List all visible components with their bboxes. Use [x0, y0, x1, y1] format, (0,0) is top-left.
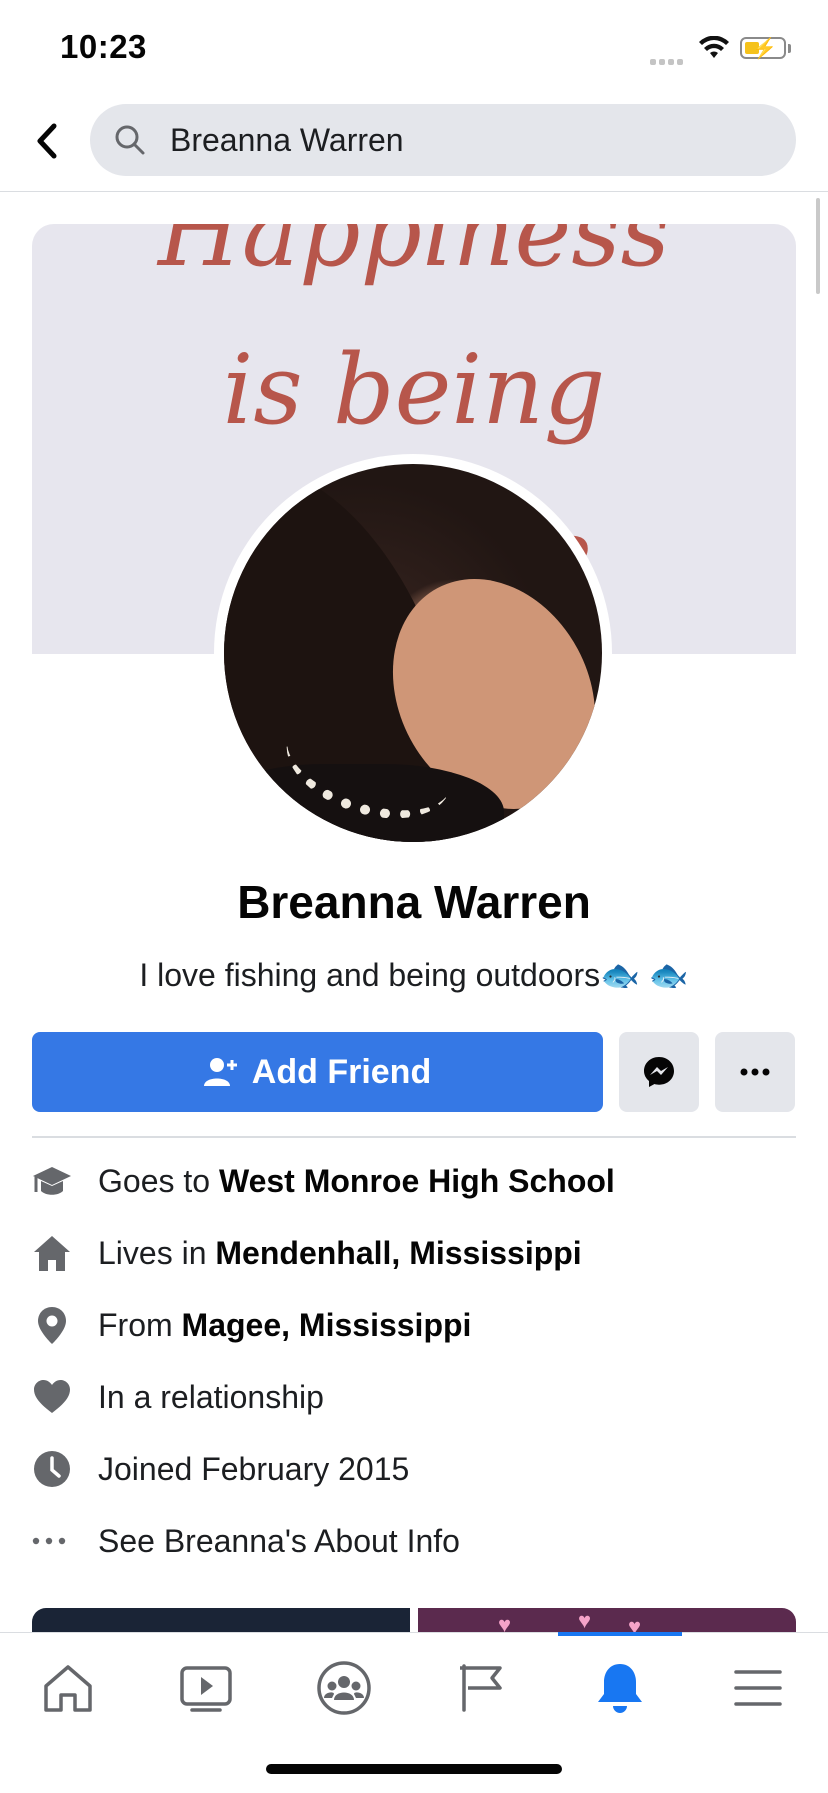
battery-tip	[788, 44, 791, 53]
wifi-icon	[699, 36, 729, 58]
cellular-signal-icon	[650, 52, 686, 70]
location-pin-icon	[32, 1303, 98, 1347]
info-lives-prefix: Lives in	[98, 1234, 216, 1271]
home-icon	[44, 1665, 92, 1712]
active-tab-indicator	[558, 1632, 682, 1636]
profile-bio: I love fishing and being outdoors🐟 🐟	[139, 957, 689, 993]
see-about-info-label: See Breanna's About Info	[98, 1522, 460, 1559]
tab-notifications[interactable]	[582, 1655, 658, 1721]
add-friend-button[interactable]: Add Friend	[32, 1032, 603, 1112]
battery-icon: ⚡	[740, 37, 786, 60]
add-friend-icon	[203, 1058, 237, 1086]
info-from: From Magee, Mississippi	[32, 1300, 796, 1350]
search-input[interactable]: Breanna Warren	[90, 104, 796, 176]
info-school-link[interactable]: West Monroe High School	[219, 1163, 615, 1200]
info-lives-link[interactable]: Mendenhall, Mississippi	[215, 1235, 581, 1272]
message-button[interactable]	[619, 1032, 699, 1112]
tab-menu[interactable]	[720, 1655, 796, 1721]
home-indicator	[266, 1764, 562, 1774]
more-options-button[interactable]	[715, 1032, 795, 1112]
search-query: Breanna Warren	[170, 122, 404, 158]
cover-text-line: Happiness	[158, 224, 670, 288]
info-relationship: In a relationship	[32, 1372, 796, 1422]
groups-icon	[317, 1661, 371, 1715]
more-icon	[740, 1068, 770, 1076]
add-friend-label: Add Friend	[251, 1052, 432, 1091]
chevron-left-icon	[37, 123, 57, 159]
status-bar: 10:23 ⚡	[0, 0, 828, 96]
info-relationship-text: In a relationship	[98, 1378, 324, 1415]
search-icon	[115, 125, 145, 155]
profile-name: Breanna Warren	[237, 876, 591, 928]
notifications-bell-icon	[598, 1664, 642, 1713]
info-lives: Lives in Mendenhall, Mississippi	[32, 1228, 796, 1278]
menu-icon	[734, 1670, 782, 1706]
back-button[interactable]	[28, 118, 68, 164]
scrollbar[interactable]	[816, 198, 820, 294]
info-education: Goes to West Monroe High School	[32, 1156, 796, 1206]
heart-icon	[32, 1375, 98, 1419]
profile-picture[interactable]	[224, 464, 602, 842]
info-education-prefix: Goes to	[98, 1162, 219, 1199]
see-about-info-link[interactable]: See Breanna's About Info	[32, 1516, 796, 1566]
graduation-cap-icon	[32, 1159, 98, 1203]
info-from-link[interactable]: Magee, Mississippi	[182, 1307, 472, 1344]
tab-groups[interactable]	[306, 1655, 382, 1721]
status-time: 10:23	[60, 28, 147, 65]
profile-picture-frame	[214, 454, 612, 852]
cover-text-line: is being	[222, 334, 606, 446]
tab-home[interactable]	[30, 1655, 106, 1721]
tab-watch[interactable]	[168, 1655, 244, 1721]
search-header: Breanna Warren	[0, 96, 828, 192]
clock-icon	[32, 1447, 98, 1491]
info-joined: Joined February 2015	[32, 1444, 796, 1494]
watch-icon	[180, 1666, 232, 1712]
pages-flag-icon	[460, 1664, 502, 1712]
tab-pages[interactable]	[444, 1655, 520, 1721]
info-joined-text: Joined February 2015	[98, 1450, 410, 1487]
divider	[32, 1136, 796, 1138]
messenger-icon	[644, 1057, 674, 1087]
home-icon	[32, 1231, 98, 1275]
more-dots-icon	[32, 1519, 98, 1563]
info-from-prefix: From	[98, 1306, 182, 1343]
